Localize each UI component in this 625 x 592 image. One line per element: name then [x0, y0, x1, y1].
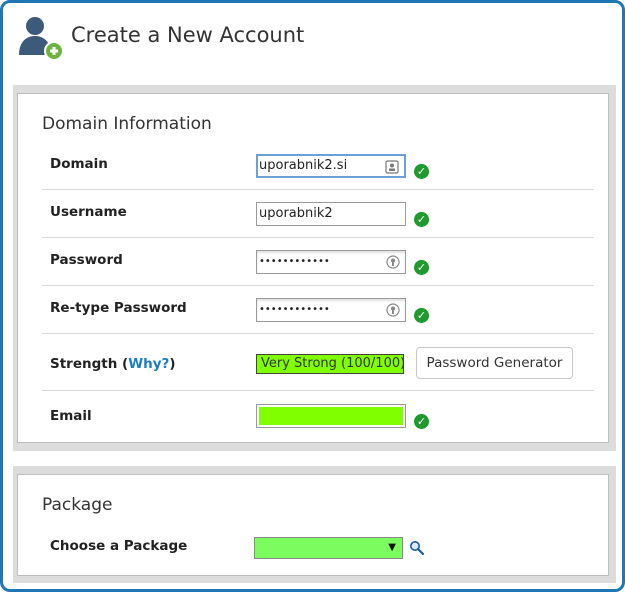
domain-panel-wrap: Domain Information Domain uporabnik2.si … [13, 85, 616, 451]
contact-card-icon [385, 160, 399, 174]
domain-input[interactable]: uporabnik2.si [256, 154, 406, 178]
domain-info-panel: Domain Information Domain uporabnik2.si … [17, 93, 609, 443]
email-label: Email [50, 408, 92, 424]
why-link[interactable]: Why? [128, 356, 169, 372]
password-row: Password •••••••••••• ✓ [42, 238, 594, 286]
package-panel: Package Choose a Package ▼ [17, 474, 609, 576]
password-generator-button[interactable]: Password Generator [416, 347, 573, 379]
retype-password-label: Re-type Password [50, 300, 187, 316]
window-frame: Create a New Account Domain Information … [0, 0, 625, 592]
strength-meter: Very Strong (100/100) [256, 354, 405, 374]
domain-label: Domain [50, 156, 108, 172]
user-add-icon [19, 17, 64, 61]
retype-password-valid-check-icon: ✓ [414, 308, 429, 323]
retype-password-value: •••••••••••• [259, 304, 330, 315]
email-input[interactable] [256, 404, 406, 428]
retype-password-input[interactable]: •••••••••••• [256, 298, 406, 322]
choose-package-label: Choose a Package [50, 538, 188, 554]
username-valid-check-icon: ✓ [414, 212, 429, 227]
domain-value: uporabnik2.si [259, 158, 348, 173]
username-input[interactable]: uporabnik2 [256, 202, 406, 226]
domain-valid-check-icon: ✓ [414, 164, 429, 179]
username-row: Username uporabnik2 ✓ [42, 190, 594, 238]
password-valid-check-icon: ✓ [414, 260, 429, 275]
strength-label: Strength (Why?) [50, 356, 176, 372]
package-panel-wrap: Package Choose a Package ▼ [13, 466, 616, 583]
password-manager-icon [386, 255, 400, 269]
magnifier-icon[interactable] [409, 540, 425, 556]
password-input[interactable]: •••••••••••• [256, 250, 406, 274]
password-manager-icon [386, 303, 400, 317]
retype-password-row: Re-type Password •••••••••••• ✓ [42, 286, 594, 334]
email-row: Email ✓ [42, 391, 594, 436]
username-label: Username [50, 204, 127, 220]
page-title: Create a New Account [71, 23, 305, 47]
username-value: uporabnik2 [259, 206, 333, 221]
email-valid-check-icon: ✓ [414, 414, 429, 429]
package-select[interactable]: ▼ [254, 537, 403, 559]
dropdown-arrow-icon: ▼ [388, 542, 396, 553]
password-value: •••••••••••• [259, 256, 330, 267]
package-section-title: Package [42, 495, 113, 515]
password-label: Password [50, 252, 123, 268]
strength-row: Strength (Why?) Very Strong (100/100) Pa… [42, 334, 594, 391]
domain-row: Domain uporabnik2.si ✓ [42, 146, 594, 190]
domain-section-title: Domain Information [42, 114, 212, 134]
